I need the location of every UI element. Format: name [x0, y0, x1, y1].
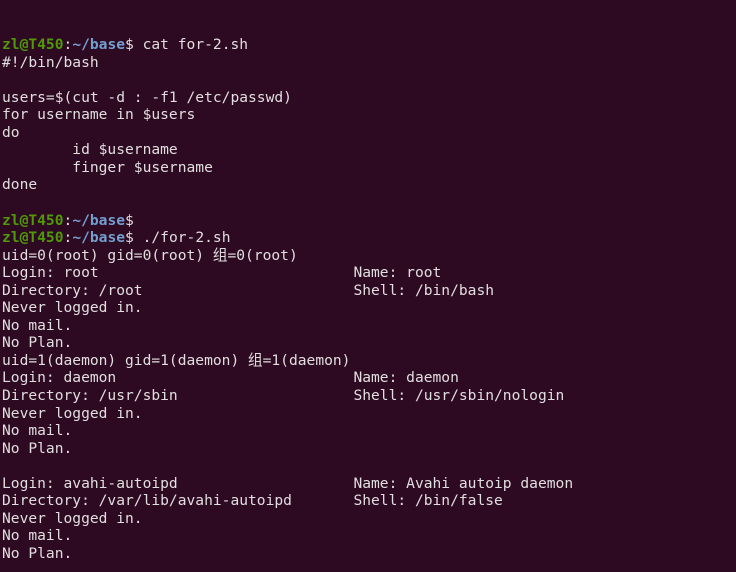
prompt-sigil: $: [125, 211, 134, 229]
prompt-sigil: $: [125, 229, 134, 247]
terminal-output-line: No Plan.: [2, 544, 73, 562]
terminal-window[interactable]: zl@T450:~/base$ cat for-2.sh #!/bin/bash u…: [0, 0, 736, 572]
prompt-separator: :: [63, 211, 73, 229]
terminal-output-line: for username in $users: [2, 106, 196, 124]
terminal-output-line: #!/bin/bash: [2, 53, 99, 71]
prompt-sigil: $: [125, 36, 134, 54]
terminal-output-line: Never logged in.: [2, 404, 143, 422]
terminal-command: cat for-2.sh: [133, 36, 249, 54]
terminal-output-line: Login: root Name: root: [2, 264, 442, 282]
terminal-output-line: Never logged in.: [2, 509, 143, 527]
terminal-output-line: Login: avahi-autoipd Name: Avahi autoip …: [2, 474, 574, 492]
prompt-path: ~/base: [72, 36, 126, 54]
terminal-command: ./for-2.sh: [133, 229, 231, 247]
prompt-path: ~/base: [72, 211, 126, 229]
terminal-output-line: No mail.: [2, 422, 73, 440]
terminal-output-line: Directory: /var/lib/avahi-autoipd Shell:…: [2, 492, 503, 510]
prompt-path: ~/base: [72, 229, 126, 247]
terminal-output-line: finger $username: [2, 158, 213, 176]
terminal-prompt-line: zl@T450:~/base$: [2, 212, 736, 230]
terminal-output-line: Login: daemon Name: daemon: [2, 369, 459, 387]
terminal-output-line: No mail.: [2, 316, 73, 334]
terminal-output-line: Never logged in.: [2, 299, 143, 317]
terminal-output-line: uid=1(daemon) gid=1(daemon) 组=1(daemon): [2, 351, 351, 369]
prompt-user-host: zl@T450: [2, 229, 64, 247]
prompt-separator: :: [63, 36, 73, 54]
terminal-output-line: Directory: /usr/sbin Shell: /usr/sbin/no…: [2, 387, 565, 405]
terminal-output-line: No mail.: [2, 527, 73, 545]
terminal-prompt-line: zl@T450:~/base$ cat for-2.sh: [2, 36, 736, 54]
terminal-output-line: do: [2, 123, 20, 141]
terminal-output-line: users=$(cut -d : -f1 /etc/passwd): [2, 88, 292, 106]
prompt-user-host: zl@T450: [2, 211, 64, 229]
terminal-output-line: done: [2, 176, 38, 194]
prompt-separator: :: [63, 229, 73, 247]
prompt-user-host: zl@T450: [2, 36, 64, 54]
terminal-prompt-line: zl@T450:~/base$ ./for-2.sh: [2, 229, 736, 247]
terminal-output: zl@T450:~/base$ cat for-2.sh #!/bin/bash u…: [2, 36, 736, 572]
terminal-output-line: No Plan.: [2, 439, 73, 457]
terminal-output-line: uid=0(root) gid=0(root) 组=0(root): [2, 246, 298, 264]
terminal-output-line: id $username: [2, 141, 178, 159]
terminal-output-line: Directory: /root Shell: /bin/bash: [2, 281, 495, 299]
terminal-output-line: No Plan.: [2, 334, 73, 352]
